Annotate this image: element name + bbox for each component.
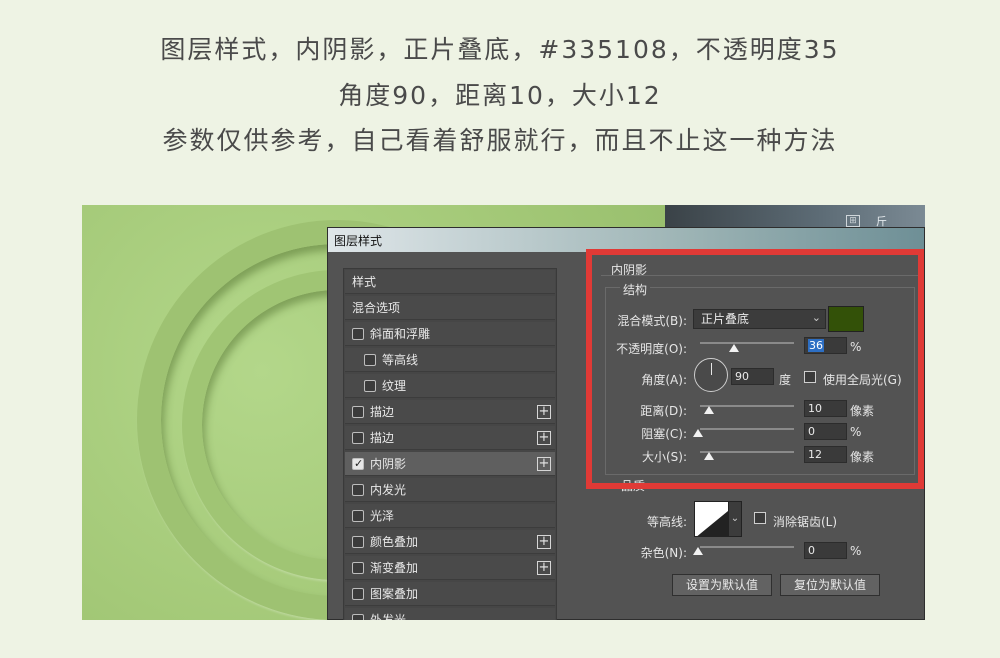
add-effect-plus-icon[interactable]: + [537, 431, 551, 445]
noise-input[interactable]: 0 [804, 542, 847, 559]
style-item-checkbox[interactable] [352, 510, 364, 522]
make-default-button[interactable]: 设置为默认值 [672, 574, 772, 596]
style-item[interactable]: 内发光 [345, 478, 555, 502]
angle-label: 角度(A): [641, 373, 687, 387]
distance-unit: 像素 [850, 404, 875, 418]
style-item-label: 外发光 [370, 613, 407, 620]
style-list: 样式混合选项斜面和浮雕等高线纹理描边+描边+内阴影+内发光光泽颜色叠加+渐变叠加… [343, 268, 557, 620]
add-effect-plus-icon[interactable]: + [537, 535, 551, 549]
style-item-checkbox[interactable] [352, 562, 364, 574]
style-item[interactable]: 图案叠加 [345, 582, 555, 606]
style-item[interactable]: 内阴影 + [345, 452, 555, 476]
contour-dropdown-chevron-icon[interactable]: ⌄ [728, 501, 742, 537]
style-item-checkbox[interactable] [352, 484, 364, 496]
screenshot-panel: ⊞ 斤 图层样式 样式混合选项斜面和浮雕等高线纹理描边+描边+内阴影+内发光光泽… [82, 205, 925, 620]
style-item-checkbox[interactable] [352, 614, 364, 620]
caption-line-3: 参数仅供参考，自己看着舒服就行，而且不止这一种方法 [162, 126, 838, 155]
panel-grid-icon[interactable]: ⊞ [846, 215, 860, 227]
style-item[interactable]: 颜色叠加 + [345, 530, 555, 554]
style-item-checkbox[interactable] [364, 354, 376, 366]
degree-unit: 度 [779, 373, 792, 387]
distance-slider[interactable] [700, 405, 794, 407]
style-item-label: 描边 [370, 405, 395, 419]
style-item-label: 图案叠加 [370, 587, 419, 601]
style-item[interactable]: 等高线 [345, 348, 555, 372]
style-item-checkbox[interactable] [352, 406, 364, 418]
caption-line-1: 图层样式，内阴影，正片叠底，#335108，不透明度35 [160, 35, 840, 64]
global-light-checkbox[interactable] [804, 371, 816, 383]
style-item-checkbox[interactable] [352, 328, 364, 340]
structure-title: 结构 [620, 281, 651, 298]
anti-alias-label: 消除锯齿(L) [773, 515, 838, 529]
style-item-checkbox[interactable] [352, 536, 364, 548]
chevron-down-icon: ⌄ [811, 311, 821, 324]
noise-unit: % [850, 544, 862, 558]
style-item[interactable]: 渐变叠加 + [345, 556, 555, 580]
style-item[interactable]: 斜面和浮雕 [345, 322, 555, 346]
choke-slider-thumb[interactable] [693, 429, 703, 437]
opacity-label: 不透明度(O): [616, 342, 687, 356]
style-item-label: 样式 [352, 275, 377, 289]
choke-unit: % [850, 425, 862, 439]
distance-slider-thumb[interactable] [704, 406, 714, 414]
noise-label: 杂色(N): [640, 546, 687, 560]
style-item[interactable]: 样式 [345, 270, 555, 294]
angle-input[interactable]: 90 [731, 368, 774, 385]
choke-slider[interactable] [700, 428, 794, 430]
caption-line-2: 角度90，距离10，大小12 [338, 81, 662, 110]
style-item-checkbox[interactable] [364, 380, 376, 392]
size-input[interactable]: 12 [804, 446, 847, 463]
dialog-title: 图层样式 [328, 228, 924, 252]
reset-default-button[interactable]: 复位为默认值 [780, 574, 880, 596]
angle-dial[interactable] [694, 358, 728, 392]
choke-input[interactable]: 0 [804, 423, 847, 440]
style-item[interactable]: 纹理 [345, 374, 555, 398]
opacity-unit: % [850, 340, 862, 354]
opacity-input[interactable]: 36 [804, 337, 847, 354]
distance-input[interactable]: 10 [804, 400, 847, 417]
style-item-label: 纹理 [382, 379, 407, 393]
size-label: 大小(S): [641, 450, 687, 464]
add-effect-plus-icon[interactable]: + [537, 457, 551, 471]
blend-mode-select[interactable]: 正片叠底 ⌄ [693, 309, 826, 329]
style-item[interactable]: 描边 + [345, 400, 555, 424]
shadow-color-swatch[interactable] [828, 306, 864, 332]
style-item-label: 渐变叠加 [370, 561, 419, 575]
blend-mode-label: 混合模式(B): [617, 314, 687, 328]
style-item-label: 光泽 [370, 509, 395, 523]
size-slider-thumb[interactable] [704, 452, 714, 460]
global-light-label: 使用全局光(G) [823, 373, 902, 387]
style-item-checkbox[interactable] [352, 452, 364, 476]
style-item-label: 等高线 [382, 353, 419, 367]
opacity-slider-thumb[interactable] [728, 344, 739, 352]
section-divider [601, 275, 919, 276]
quality-title: 品质 [618, 477, 649, 494]
style-item-label: 斜面和浮雕 [370, 327, 431, 341]
style-item-label: 颜色叠加 [370, 535, 419, 549]
quality-divider [601, 483, 919, 484]
add-effect-plus-icon[interactable]: + [537, 405, 551, 419]
anti-alias-checkbox[interactable] [754, 512, 766, 524]
noise-slider-thumb[interactable] [693, 547, 703, 555]
size-slider[interactable] [700, 451, 794, 453]
style-item[interactable]: 光泽 [345, 504, 555, 528]
contour-label: 等高线: [646, 515, 687, 529]
style-item[interactable]: 混合选项 [345, 296, 555, 320]
choke-label: 阻塞(C): [641, 427, 687, 441]
add-effect-plus-icon[interactable]: + [537, 561, 551, 575]
opacity-slider[interactable] [700, 342, 794, 344]
style-item-checkbox[interactable] [352, 588, 364, 600]
opacity-value: 36 [808, 339, 824, 352]
style-item-label: 内阴影 [370, 457, 407, 471]
style-item-label: 描边 [370, 431, 395, 445]
blend-mode-value: 正片叠底 [701, 312, 750, 326]
style-item[interactable]: 外发光 [345, 608, 555, 620]
size-unit: 像素 [850, 450, 875, 464]
style-item-checkbox[interactable] [352, 432, 364, 444]
style-item-label: 内发光 [370, 483, 407, 497]
noise-slider[interactable] [700, 546, 794, 548]
distance-label: 距离(D): [640, 404, 687, 418]
style-item-label: 混合选项 [352, 301, 401, 315]
style-item[interactable]: 描边 + [345, 426, 555, 450]
